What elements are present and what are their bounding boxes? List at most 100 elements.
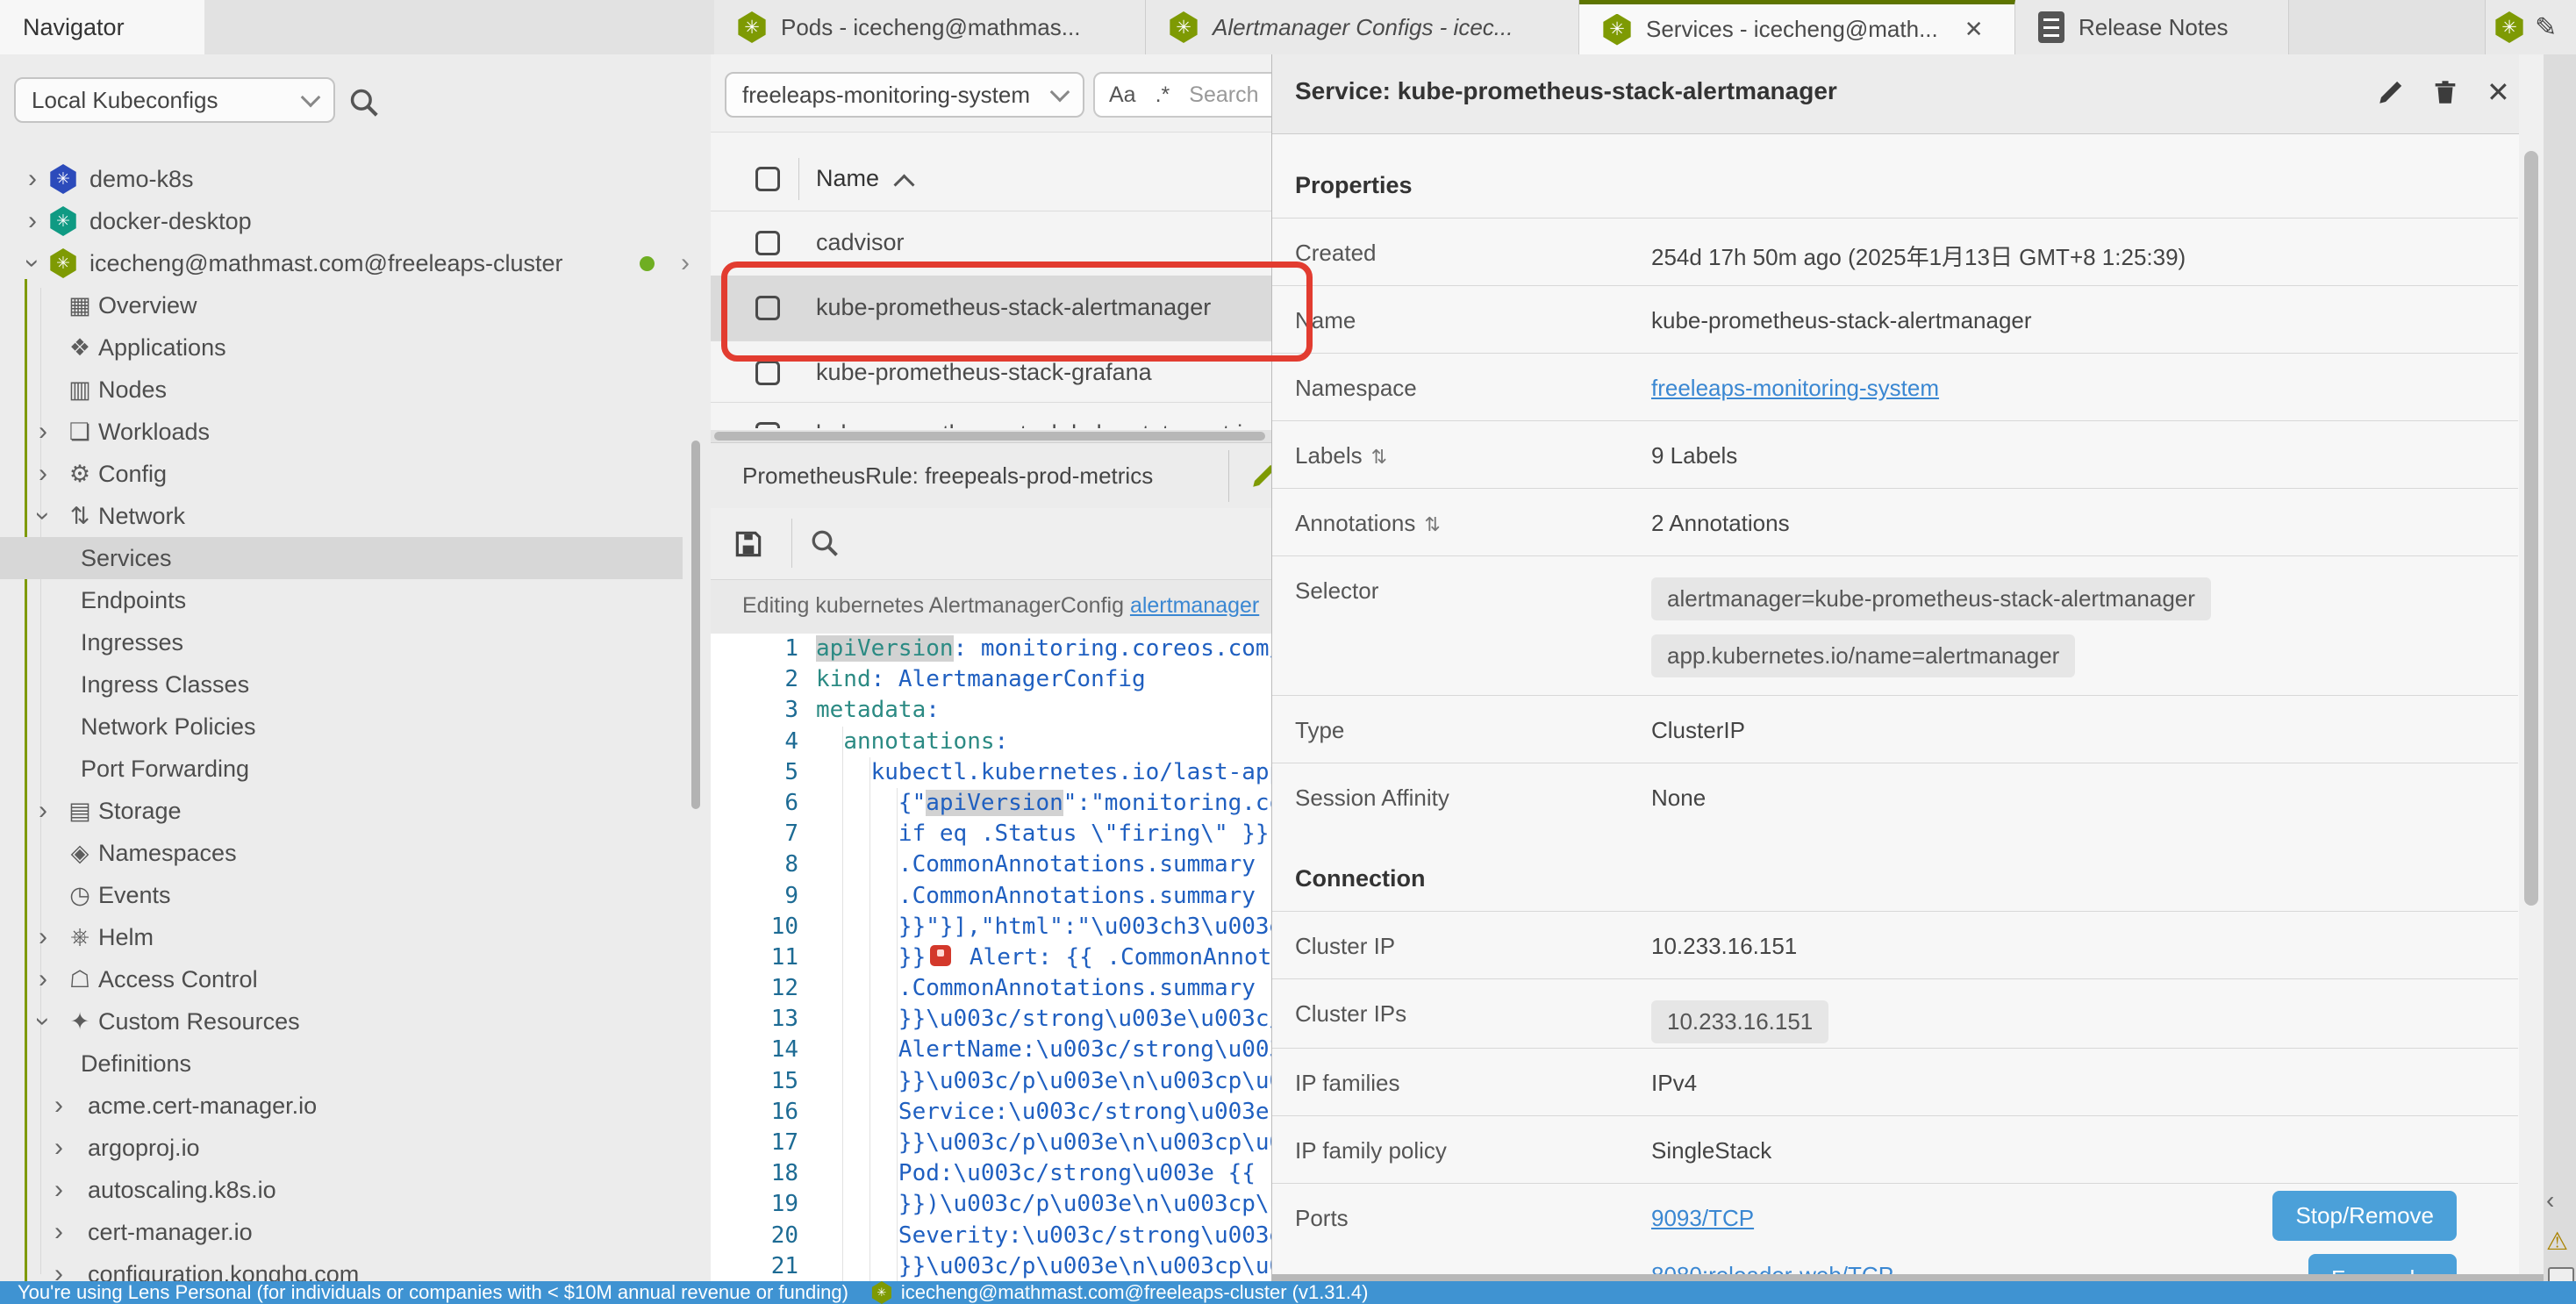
editing-resource-link[interactable]: alertmanager — [1130, 593, 1259, 618]
drawer-scrollbar[interactable] — [2524, 151, 2538, 906]
sort-ascending-icon[interactable] — [893, 174, 914, 195]
kubeconfig-select[interactable]: Local Kubeconfigs — [14, 77, 335, 123]
tab-alertmanager[interactable]: ✳Alertmanager Configs - icec... — [1146, 0, 1579, 54]
sidebar-item-cert-manager-io[interactable]: ›cert-manager.io — [0, 1211, 711, 1253]
regex-icon[interactable]: .* — [1156, 82, 1170, 108]
stop-remove-button[interactable]: Stop/Remove — [2272, 1191, 2457, 1241]
chevron-left-icon[interactable]: ‹ — [2546, 1186, 2554, 1214]
sidebar-item-docker-desktop[interactable]: ›✳docker-desktop — [0, 200, 711, 242]
pencil-icon: ✎ — [2535, 12, 2557, 43]
service-name: kube-prometheus-stack-grafana — [816, 359, 1152, 386]
drawer-bottom-scrollbar[interactable] — [1272, 1274, 2544, 1281]
kubernetes-icon: ✳ — [2494, 11, 2524, 43]
delete-trash-icon[interactable] — [2430, 77, 2460, 107]
code-text: }} Alert: {{ .CommonAnnotati — [816, 942, 1313, 973]
save-icon[interactable] — [732, 527, 765, 561]
sidebar-item-label: Network Policies — [81, 713, 256, 741]
match-case-icon[interactable]: Aa — [1109, 82, 1136, 108]
chevron-expanded-icon[interactable]: › — [25, 512, 61, 520]
chevron-collapsed-icon[interactable]: › — [39, 793, 47, 828]
sidebar-item-port-forwarding[interactable]: Port Forwarding — [0, 748, 711, 790]
tab-pods[interactable]: ✳Pods - icecheng@mathmas... — [714, 0, 1146, 54]
sidebar-item-acme-cert-manager-io[interactable]: ›acme.cert-manager.io — [0, 1085, 711, 1127]
row-value: 2 Annotations — [1651, 510, 1790, 537]
row-label: IP families — [1295, 1070, 1399, 1097]
code-text: Service:\u003c/strong\u003e {{ — [816, 1097, 1311, 1128]
sort-toggle-icon[interactable]: ⇅ — [1371, 446, 1387, 468]
sidebar-item-autoscaling-k8s-io[interactable]: ›autoscaling.k8s.io — [0, 1169, 711, 1211]
sidebar-item-icecheng-mathmast-com-freeleaps-cluster[interactable]: ›✳icecheng@mathmast.com@freeleaps-cluste… — [0, 242, 711, 284]
chevron-expanded-icon[interactable]: › — [15, 259, 50, 268]
row-checkbox[interactable] — [755, 231, 780, 255]
tab-close-icon[interactable]: ✕ — [1964, 16, 1984, 43]
sidebar-item-config[interactable]: ›⚙Config — [0, 453, 711, 495]
sidebar-item-namespaces[interactable]: ◈Namespaces — [0, 832, 711, 874]
sidebar-item-overview[interactable]: ▦Overview — [0, 284, 711, 326]
chevron-collapsed-icon[interactable]: › — [54, 1130, 63, 1165]
chevron-collapsed-icon[interactable]: › — [28, 161, 37, 197]
line-number: 6 — [711, 788, 816, 819]
sidebar-item-label: Namespaces — [98, 840, 237, 867]
chevron-collapsed-icon[interactable]: › — [39, 414, 47, 449]
sidebar-scrollbar[interactable] — [691, 441, 700, 809]
sidebar-search-icon[interactable] — [347, 86, 381, 119]
sidebar-item-storage[interactable]: ›▤Storage — [0, 790, 711, 832]
close-icon[interactable]: ✕ — [2487, 75, 2510, 109]
kubernetes-icon: ✳ — [1602, 14, 1632, 46]
chevron-collapsed-icon[interactable]: › — [54, 1172, 63, 1207]
select-all-checkbox[interactable] — [755, 167, 780, 191]
chevron-collapsed-icon[interactable]: › — [39, 456, 47, 491]
edit-pencil-icon[interactable] — [2376, 77, 2406, 107]
port-link[interactable]: 9093/TCP — [1651, 1205, 1893, 1232]
sidebar-item-services[interactable]: Services — [0, 537, 683, 579]
line-number: 8 — [711, 849, 816, 880]
sidebar-item-network-policies[interactable]: Network Policies — [0, 706, 711, 748]
sidebar-item-helm[interactable]: ›⎈Helm — [0, 916, 711, 958]
dock-tab-title[interactable]: PrometheusRule: freepeals-prod-metrics — [742, 462, 1153, 490]
row-checkbox[interactable] — [755, 422, 780, 428]
sidebar-item-demo-k8s[interactable]: ›✳demo-k8s — [0, 158, 711, 200]
namespace-select[interactable]: freeleaps-monitoring-system — [725, 72, 1084, 118]
chevron-collapsed-icon[interactable]: › — [54, 1257, 63, 1281]
sidebar-item-events[interactable]: ◷Events — [0, 874, 711, 916]
sidebar-item-endpoints[interactable]: Endpoints — [0, 579, 711, 621]
tab-partial[interactable]: ✳ ✎ — [2485, 0, 2576, 54]
namespace-link[interactable]: freeleaps-monitoring-system — [1651, 375, 1939, 401]
horizontal-scrollbar[interactable] — [711, 430, 1271, 442]
indent-guide — [897, 788, 898, 1281]
row-checkbox[interactable] — [755, 361, 780, 385]
sidebar-item-applications[interactable]: ❖Applications — [0, 326, 711, 369]
sidebar-item-definitions[interactable]: Definitions — [0, 1042, 711, 1085]
column-header-name[interactable]: Name — [816, 165, 879, 192]
sidebar-item-configuration-konghq-com[interactable]: ›configuration.konghq.com — [0, 1253, 711, 1281]
tab-release[interactable]: Release Notes — [2015, 0, 2289, 54]
chevron-collapsed-icon[interactable]: › — [39, 920, 47, 955]
sort-toggle-icon[interactable]: ⇅ — [1424, 513, 1440, 535]
sidebar-item-custom-resources[interactable]: ›✦Custom Resources — [0, 1000, 711, 1042]
line-number: 2 — [711, 664, 816, 695]
active-cluster-text[interactable]: icecheng@mathmast.com@freeleaps-cluster … — [901, 1281, 1369, 1304]
row-value: ClusterIP — [1651, 717, 1745, 744]
sidebar-item-argoproj-io[interactable]: ›argoproj.io — [0, 1127, 711, 1169]
sidebar-item-ingress-classes[interactable]: Ingress Classes — [0, 663, 711, 706]
sidebar-item-nodes[interactable]: ▥Nodes — [0, 369, 711, 411]
scrollbar-thumb[interactable] — [714, 432, 1265, 441]
sidebar-item-access-control[interactable]: ›☖Access Control — [0, 958, 711, 1000]
chevron-right-icon[interactable]: › — [681, 246, 690, 281]
sidebar-item-network[interactable]: ›⇅Network — [0, 495, 711, 537]
tab-label: Services - icecheng@math... — [1646, 16, 1938, 43]
navigator-sidebar: Local Kubeconfigs ›✳demo-k8s›✳docker-des… — [0, 54, 712, 1281]
chevron-collapsed-icon[interactable]: › — [39, 962, 47, 997]
warning-triangle-icon[interactable]: ⚠ — [2546, 1227, 2568, 1256]
sidebar-item-workloads[interactable]: ›❏Workloads — [0, 411, 711, 453]
editor-search-icon[interactable] — [809, 527, 841, 559]
chevron-expanded-icon[interactable]: › — [25, 1017, 61, 1026]
chevron-collapsed-icon[interactable]: › — [28, 204, 37, 239]
tab-services[interactable]: ✳ Services - icecheng@math... ✕ — [1579, 0, 2015, 54]
chevron-collapsed-icon[interactable]: › — [54, 1088, 63, 1123]
chevron-collapsed-icon[interactable]: › — [54, 1214, 63, 1250]
navigator-title: Navigator — [23, 14, 125, 41]
line-number: 7 — [711, 819, 816, 849]
sidebar-item-ingresses[interactable]: Ingresses — [0, 621, 711, 663]
code-text: }}\u003c/p\u003e\n\u003cp\u003 — [816, 1128, 1311, 1158]
